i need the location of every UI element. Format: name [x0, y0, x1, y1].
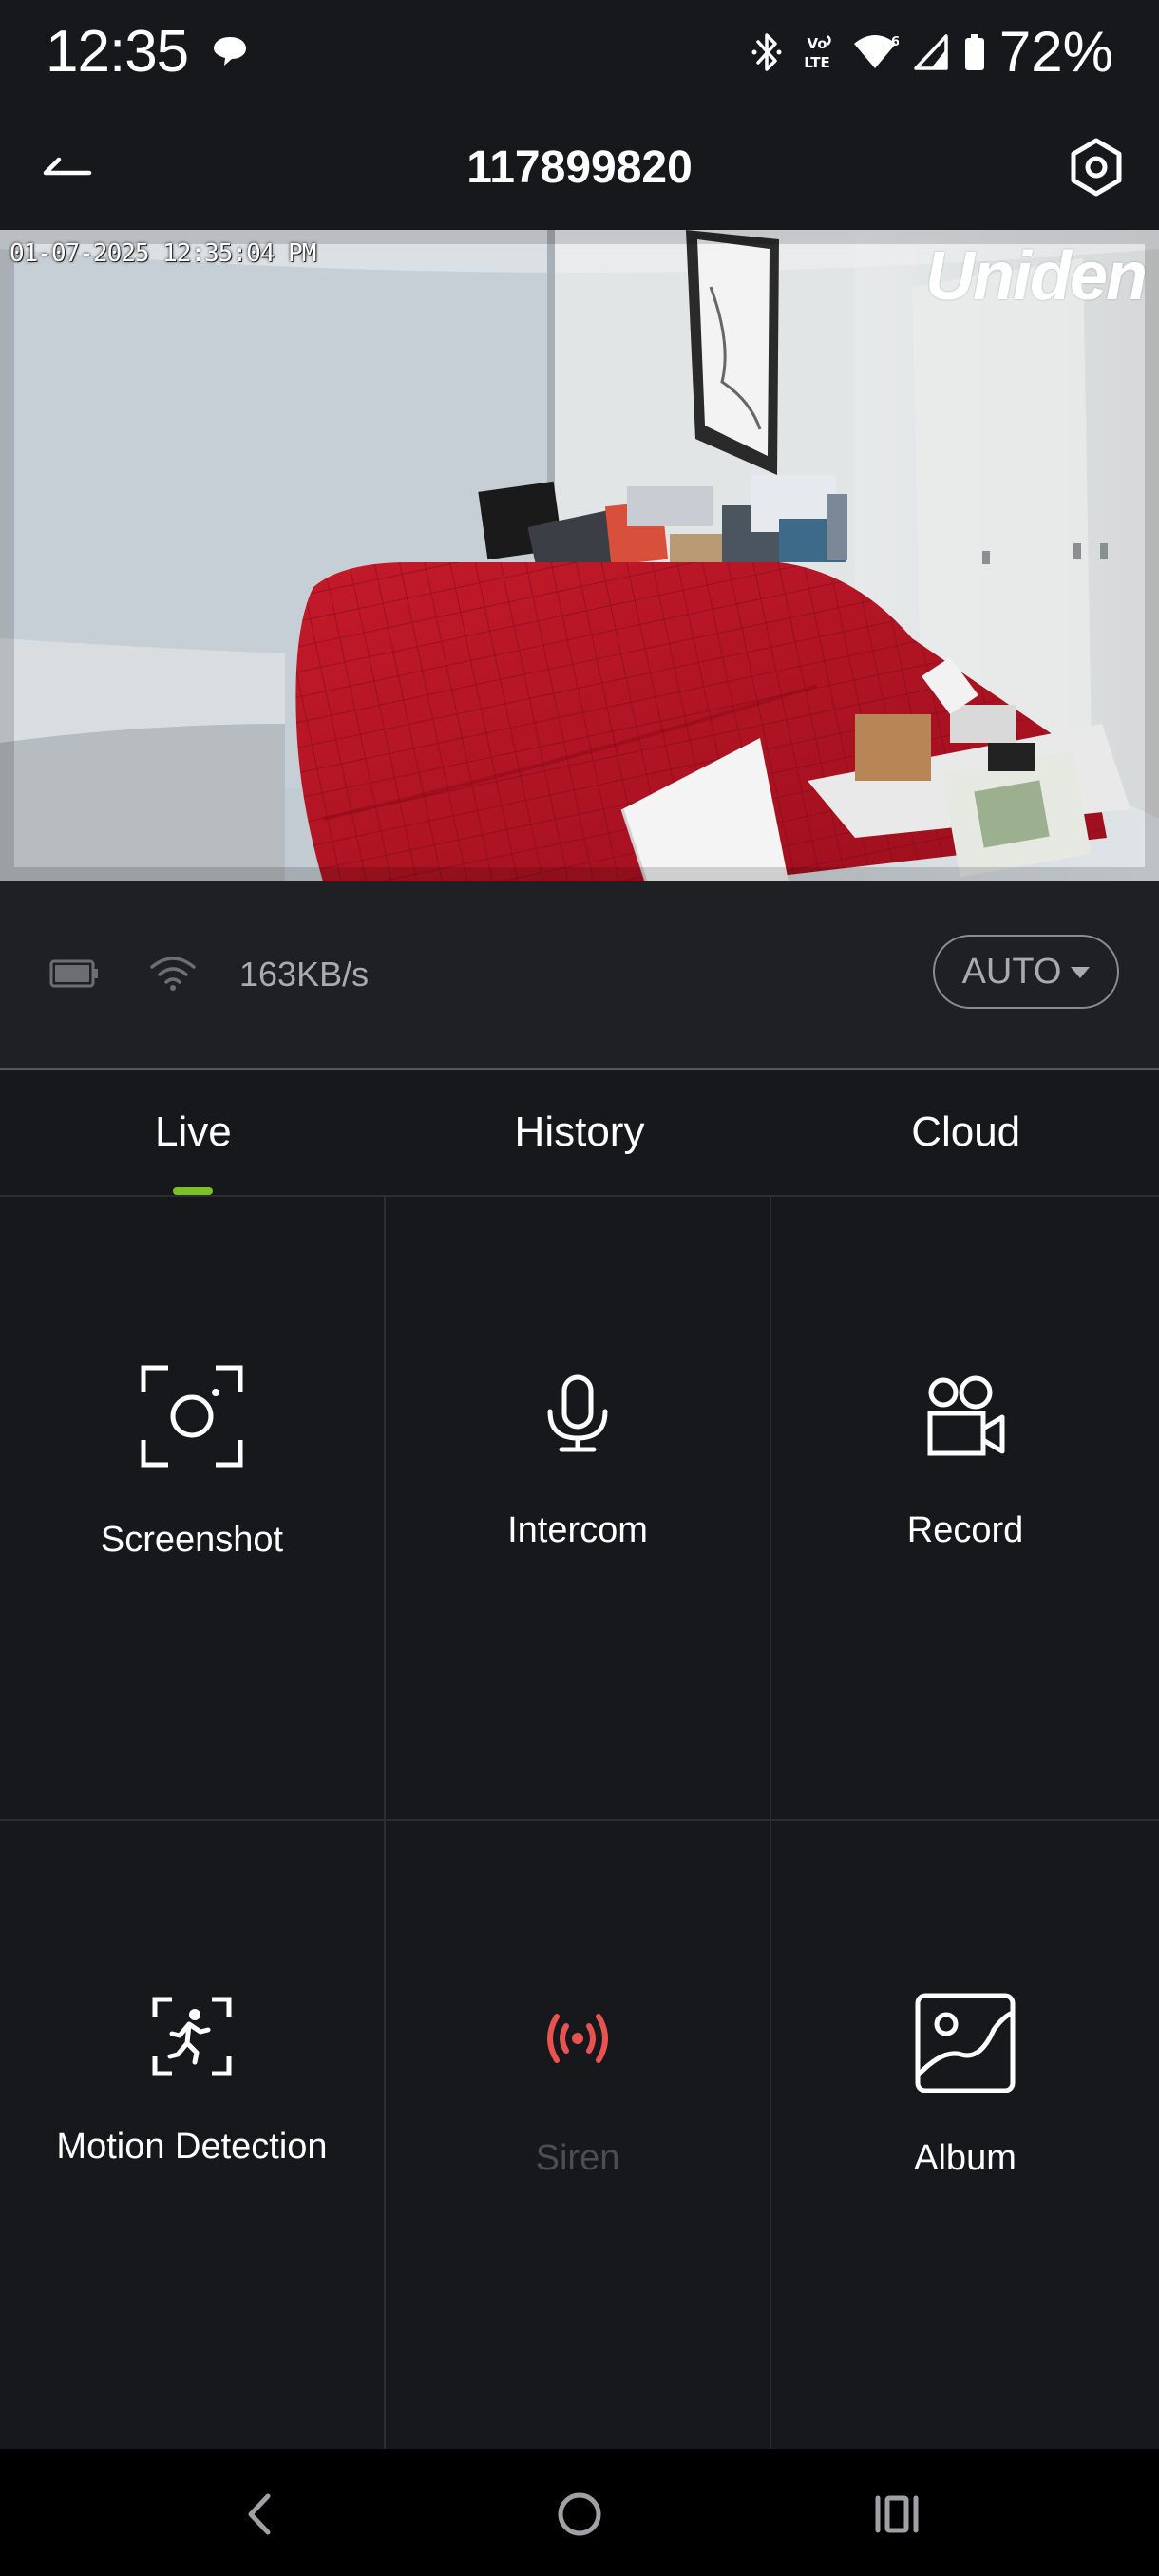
battery-icon	[964, 34, 984, 70]
microphone-icon	[547, 1374, 608, 1452]
cellular-signal-icon	[914, 34, 948, 70]
album-icon	[915, 1993, 1016, 2093]
siren-button[interactable]: Siren	[386, 1821, 771, 2449]
album-label: Album	[914, 2138, 1016, 2178]
svg-text:Vo: Vo	[807, 35, 826, 52]
intercom-button[interactable]: Intercom	[386, 1197, 771, 1821]
svg-text:LTE: LTE	[804, 54, 830, 71]
battery-percentage: 72%	[998, 20, 1113, 84]
wifi-icon	[150, 957, 196, 991]
tab-live-label: Live	[154, 1108, 232, 1155]
live-video-feed[interactable]: 01-07-2025 12:35:04 PM Uniden	[0, 230, 1159, 881]
chat-bubble-icon	[214, 37, 246, 66]
record-button[interactable]: Record	[771, 1197, 1159, 1821]
caret-down-icon	[1071, 967, 1091, 978]
stream-info-bar: 163KB/s AUTO	[0, 881, 1159, 1068]
motion-detection-button[interactable]: Motion Detection	[0, 1821, 386, 2449]
device-title: 117899820	[466, 142, 693, 193]
view-tabs: Live History Cloud	[0, 1068, 1159, 1197]
svg-text:6: 6	[891, 35, 899, 49]
screenshot-button[interactable]: Screenshot	[0, 1197, 386, 1821]
quality-label: AUTO	[961, 951, 1062, 992]
tab-live[interactable]: Live	[0, 1070, 387, 1195]
wifi-icon: 6	[853, 35, 899, 68]
feed-timestamp: 01-07-2025 12:35:04 PM	[10, 239, 316, 268]
nav-home-button[interactable]	[542, 2481, 618, 2548]
system-navigation-bar	[0, 2449, 1159, 2576]
nav-recents-button[interactable]	[859, 2481, 935, 2548]
status-icons: Vo LTE 6 72%	[750, 17, 1113, 87]
stream-speed: 163KB/s	[239, 955, 370, 994]
home-nav-icon	[558, 2492, 601, 2536]
controls-grid: Screenshot Intercom Record Motion Detect…	[0, 1197, 1159, 2449]
active-tab-indicator	[173, 1187, 214, 1195]
recents-nav-icon	[875, 2495, 919, 2533]
tab-cloud[interactable]: Cloud	[772, 1070, 1159, 1195]
settings-icon	[1071, 138, 1122, 197]
screenshot-icon	[141, 1365, 243, 1468]
settings-button[interactable]	[1060, 131, 1132, 203]
status-bar: 12:35 Vo LTE 6 72%	[0, 0, 1159, 104]
status-time: 12:35	[46, 19, 189, 85]
quality-dropdown[interactable]: AUTO	[933, 935, 1119, 1009]
back-nav-icon	[248, 2493, 271, 2535]
album-button[interactable]: Album	[771, 1821, 1159, 2449]
intercom-label: Intercom	[507, 1510, 648, 1550]
screenshot-label: Screenshot	[100, 1520, 284, 1560]
tab-cloud-label: Cloud	[911, 1108, 1021, 1155]
nav-back-button[interactable]	[220, 2481, 296, 2548]
app-bar: 117899820	[0, 104, 1159, 230]
siren-label: Siren	[535, 2138, 620, 2178]
brand-watermark: Uniden	[925, 238, 1148, 314]
siren-icon	[547, 2014, 608, 2063]
app-screen: 12:35 Vo LTE 6 72% 117899820 01-07-2025 …	[0, 0, 1159, 2576]
tab-history-label: History	[514, 1108, 645, 1155]
record-label: Record	[906, 1510, 1024, 1550]
bluetooth-icon	[751, 33, 782, 71]
battery-icon	[49, 959, 98, 988]
motion-detection-icon	[152, 1997, 232, 2076]
motion-detection-label: Motion Detection	[56, 2127, 328, 2167]
video-record-icon	[927, 1375, 1005, 1456]
camera-scene-image	[0, 230, 1159, 881]
tab-history[interactable]: History	[387, 1070, 773, 1195]
volte-icon: Vo LTE	[804, 35, 831, 71]
